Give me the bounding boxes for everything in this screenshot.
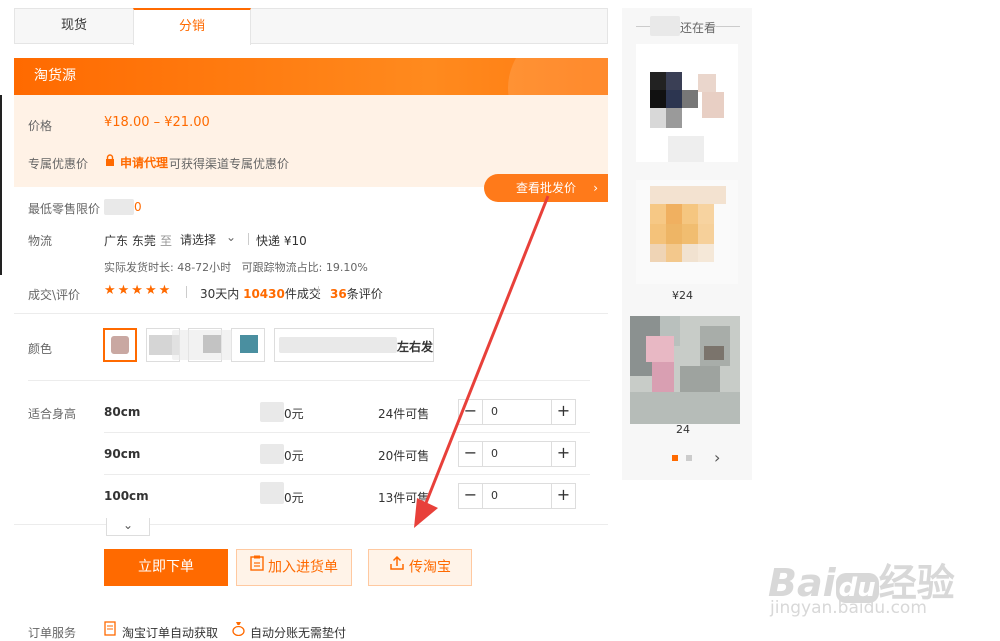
- source-banner: 淘货源: [14, 58, 608, 95]
- color-swatch-1[interactable]: [103, 328, 137, 362]
- divider: [716, 26, 740, 27]
- banner-title: 淘货源: [34, 68, 76, 84]
- sidebar-price-1: ¥24: [672, 289, 693, 302]
- reviews-suffix: 条评价: [346, 287, 383, 301]
- chevron-down-icon: ⌄: [226, 230, 237, 244]
- service-label: 订单服务: [28, 626, 77, 640]
- destination-select-value: 请选择: [180, 233, 217, 247]
- upload-icon: [389, 550, 405, 585]
- tab-distribution[interactable]: 分销: [133, 8, 251, 45]
- apply-agent-link[interactable]: 申请代理: [120, 154, 168, 171]
- logistics-origin: 广东 东莞: [104, 234, 156, 248]
- color-swatch-4[interactable]: [231, 328, 265, 362]
- chevron-right-icon: ›: [593, 181, 598, 195]
- add-to-cart-label: 加入进货单: [268, 559, 338, 576]
- price-blur: [260, 482, 284, 504]
- lock-icon: [104, 154, 116, 166]
- logistics-to: 至: [160, 234, 173, 248]
- clipboard-icon: [250, 550, 264, 585]
- reviews-info: 36条评价: [330, 285, 383, 302]
- star-rating: ★★★★★: [104, 283, 173, 298]
- price-value: ¥18.00 – ¥21.00: [104, 115, 210, 130]
- divider: [186, 286, 187, 298]
- order-now-button[interactable]: 立即下单: [104, 549, 228, 586]
- color-label: 颜色: [28, 342, 53, 356]
- blur-patch: [172, 330, 232, 360]
- destination-select[interactable]: 请选择 ⌄: [180, 230, 242, 247]
- watermark-url: jingyan.baidu.com: [770, 598, 927, 618]
- rating-label: 成交\评价: [28, 288, 81, 302]
- price-blur: [260, 444, 284, 464]
- add-to-cart-button[interactable]: 加入进货单: [236, 549, 352, 586]
- size-name: 90cm: [104, 447, 141, 461]
- divider: [318, 286, 319, 298]
- service-item-auto-split: 自动分账无需垫付: [250, 626, 347, 640]
- deals-count: 10430: [243, 287, 285, 301]
- deals-suffix: 件成交: [284, 287, 321, 301]
- title-blur: [650, 16, 680, 36]
- sidebar-price-2: 24: [676, 423, 690, 436]
- retail-blur: [104, 199, 134, 215]
- expand-chevron-icon[interactable]: ⌄: [106, 518, 150, 536]
- tab-stock[interactable]: 现货: [15, 8, 133, 45]
- discount-label: 专属优惠价: [28, 157, 89, 171]
- price-label: 价格: [28, 119, 53, 133]
- express-fee: 快递 ¥10: [256, 234, 307, 248]
- discount-text: 可获得渠道专属优惠价: [169, 157, 290, 171]
- chevron-right-icon[interactable]: ›: [714, 448, 720, 467]
- service-item-auto-fetch: 淘宝订单自动获取: [122, 626, 219, 640]
- upload-taobao-label: 传淘宝: [409, 559, 451, 576]
- banner-decoration: [508, 58, 608, 95]
- deals-prefix: 30天内: [200, 287, 240, 301]
- size-name: 100cm: [104, 489, 149, 503]
- size-label: 适合身高: [28, 407, 77, 421]
- logistics-info: 实际发货时长: 48-72小时 可跟踪物流占比: 19.10%: [104, 261, 368, 274]
- annotation-arrow: [414, 195, 550, 528]
- retail-label: 最低零售限价: [28, 202, 101, 216]
- money-bag-icon: [232, 621, 245, 639]
- carousel-dot-active[interactable]: [672, 455, 678, 461]
- divider: [248, 233, 249, 245]
- size-price: 0元: [284, 407, 304, 421]
- carousel-dot[interactable]: [686, 455, 692, 461]
- deals-info: 30天内 10430件成交: [200, 285, 321, 302]
- size-price: 0元: [284, 491, 304, 505]
- product-thumbnail-1[interactable]: [636, 44, 738, 162]
- size-price: 0元: [284, 449, 304, 463]
- edge-line: [0, 95, 2, 275]
- retail-value: 0: [134, 200, 142, 214]
- reviews-count: 36: [330, 287, 347, 301]
- product-thumbnail-2[interactable]: [636, 180, 738, 284]
- logistics-label: 物流: [28, 234, 53, 248]
- document-icon: [104, 621, 116, 639]
- tab-bar: 现货 分销: [14, 8, 608, 45]
- sidebar-title: 还在看: [680, 21, 717, 35]
- price-blur: [260, 402, 284, 422]
- size-name: 80cm: [104, 405, 141, 419]
- upload-taobao-button[interactable]: 传淘宝: [368, 549, 472, 586]
- product-thumbnail-3[interactable]: [630, 316, 740, 424]
